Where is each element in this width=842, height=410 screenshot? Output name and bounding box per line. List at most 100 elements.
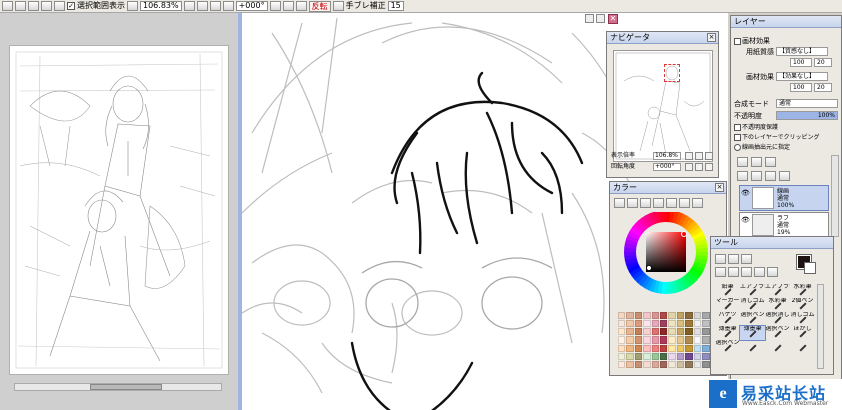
- color-swatch[interactable]: [643, 336, 651, 344]
- transfer-down-icon[interactable]: [737, 171, 748, 181]
- brush-effect-strength[interactable]: 100: [790, 83, 812, 92]
- color-swatch[interactable]: [676, 320, 685, 328]
- navigator-view-rect[interactable]: [664, 64, 680, 82]
- toolbar-button[interactable]: [2, 1, 13, 11]
- tool-cell[interactable]: 水彩筆: [790, 284, 815, 298]
- tool-cell[interactable]: 選択ペン: [740, 312, 765, 326]
- color-swatch[interactable]: [676, 360, 685, 368]
- color-swatch[interactable]: [676, 328, 685, 336]
- color-swatch[interactable]: [651, 360, 660, 368]
- color-swatch[interactable]: [693, 320, 702, 328]
- navigator-zoom-reset-button[interactable]: [705, 152, 713, 160]
- brush-effect-scale[interactable]: 20: [814, 83, 832, 92]
- color-swatch[interactable]: [618, 336, 626, 344]
- color-swatch[interactable]: [668, 312, 676, 320]
- rotation-field[interactable]: +000°: [235, 1, 268, 11]
- color-swatch[interactable]: [618, 352, 626, 360]
- color-swatch[interactable]: [643, 328, 651, 336]
- hand-icon[interactable]: [754, 267, 765, 277]
- canvas-minimize-button[interactable]: [585, 14, 594, 23]
- color-swatch[interactable]: [626, 336, 634, 344]
- blend-mode-select[interactable]: 通常: [776, 99, 838, 108]
- delete-layer-icon[interactable]: [779, 171, 790, 181]
- color-swatch[interactable]: [702, 336, 710, 344]
- zoom-reset-button[interactable]: [209, 1, 221, 11]
- tool-cell[interactable]: 選択消し: [765, 312, 790, 326]
- color-swatch[interactable]: [634, 352, 643, 360]
- color-swatch[interactable]: [626, 360, 634, 368]
- navigator-rotate-right-button[interactable]: [695, 163, 703, 171]
- color-swatch[interactable]: [634, 320, 643, 328]
- color-swatch[interactable]: [634, 328, 643, 336]
- sketch-page[interactable]: [9, 45, 229, 375]
- zoom-icon[interactable]: [728, 267, 739, 277]
- selection-visible-checkbox[interactable]: ✓: [67, 2, 75, 10]
- color-swatch[interactable]: [693, 328, 702, 336]
- color-swatch[interactable]: [618, 344, 626, 352]
- tool-cell[interactable]: 選択ペン: [715, 340, 740, 354]
- color-swatch[interactable]: [685, 336, 693, 344]
- rotate-left-button[interactable]: [269, 1, 281, 11]
- color-wheel-mode-icon[interactable]: [614, 198, 625, 208]
- tool-cell[interactable]: バケツ: [715, 312, 740, 326]
- color-swatch[interactable]: [668, 352, 676, 360]
- color-swatch[interactable]: [676, 352, 685, 360]
- brush-effect-select[interactable]: 【効果なし】: [776, 72, 828, 81]
- color-swatch[interactable]: [668, 360, 676, 368]
- color-swatch[interactable]: [685, 320, 693, 328]
- color-swatch[interactable]: [702, 320, 710, 328]
- zoom-fit-button[interactable]: [222, 1, 234, 11]
- color-swatch[interactable]: [702, 312, 710, 320]
- new-layer-icon[interactable]: [737, 157, 748, 167]
- merge-down-icon[interactable]: [751, 171, 762, 181]
- color-swatch[interactable]: [651, 312, 660, 320]
- layer-item-lineart[interactable]: 👁 線画 通常 100%: [739, 185, 829, 211]
- color-swatch[interactable]: [702, 344, 710, 352]
- color-swatch[interactable]: [651, 320, 660, 328]
- paper-texture-strength[interactable]: 100: [790, 58, 812, 67]
- color-swatch[interactable]: [651, 352, 660, 360]
- protect-alpha-checkbox[interactable]: [734, 124, 741, 131]
- rect-select-icon[interactable]: [715, 254, 726, 264]
- navigator-angle-field[interactable]: +000°: [653, 163, 681, 171]
- background-color-swatch[interactable]: [804, 262, 816, 274]
- color-swatch[interactable]: [643, 352, 651, 360]
- rgb-slider-mode-icon[interactable]: [627, 198, 638, 208]
- navigator-zoom-in-button[interactable]: [695, 152, 703, 160]
- color-swatch[interactable]: [660, 336, 668, 344]
- zoom-field[interactable]: 106.83%: [140, 1, 182, 11]
- opacity-slider[interactable]: 100%: [776, 111, 838, 120]
- toolbar-button[interactable]: [15, 1, 26, 11]
- tool-scrollbar[interactable]: [817, 284, 824, 369]
- color-swatch[interactable]: [651, 336, 660, 344]
- navigator-rotate-left-button[interactable]: [685, 163, 693, 171]
- color-swatch[interactable]: [668, 328, 676, 336]
- color-swatch[interactable]: [668, 344, 676, 352]
- color-swatch[interactable]: [668, 320, 676, 328]
- left-horizontal-scrollbar[interactable]: [14, 383, 222, 391]
- user-mode-icon[interactable]: [692, 198, 703, 208]
- navigator-zoom-out-button[interactable]: [685, 152, 693, 160]
- color-swatch[interactable]: [660, 312, 668, 320]
- tool-cell[interactable]: ぼかし: [790, 326, 815, 340]
- color-swatch[interactable]: [634, 336, 643, 344]
- rotate-reset-button[interactable]: [295, 1, 307, 11]
- color-swatch[interactable]: [660, 344, 668, 352]
- new-folder-icon[interactable]: [765, 157, 776, 167]
- color-swatch[interactable]: [626, 352, 634, 360]
- color-swatch[interactable]: [651, 344, 660, 352]
- toolbar-button[interactable]: [54, 1, 65, 11]
- selection-source-radio[interactable]: [734, 144, 741, 151]
- tool-cell[interactable]: エアブラシ: [765, 284, 790, 298]
- zoom-in-button[interactable]: [183, 1, 195, 11]
- color-swatch[interactable]: [676, 336, 685, 344]
- tool-cell[interactable]: 薄墨筆: [715, 326, 740, 340]
- canvas-close-icon[interactable]: ✕: [608, 14, 618, 24]
- navigator-rotate-reset-button[interactable]: [705, 163, 713, 171]
- new-linework-layer-icon[interactable]: [751, 157, 762, 167]
- toolbar-separator-button[interactable]: [332, 1, 344, 11]
- scratch-mode-icon[interactable]: [679, 198, 690, 208]
- tool-cell[interactable]: エアブラシ: [740, 284, 765, 298]
- tool-cell[interactable]: 2値ペン: [790, 298, 815, 312]
- color-swatch[interactable]: [702, 360, 710, 368]
